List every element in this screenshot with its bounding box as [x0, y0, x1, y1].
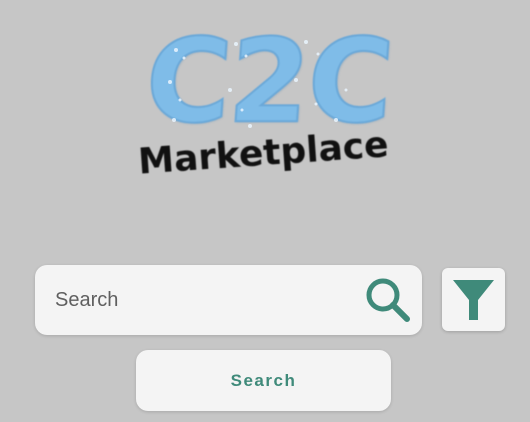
filter-icon: [451, 278, 496, 322]
search-button[interactable]: Search: [136, 350, 391, 411]
search-input[interactable]: [55, 279, 365, 321]
search-button-label: Search: [230, 370, 297, 390]
app-logo: C2C Marketplace: [137, 12, 397, 184]
filter-button[interactable]: [442, 268, 505, 331]
search-bar: [35, 265, 422, 335]
search-icon[interactable]: [363, 275, 413, 325]
